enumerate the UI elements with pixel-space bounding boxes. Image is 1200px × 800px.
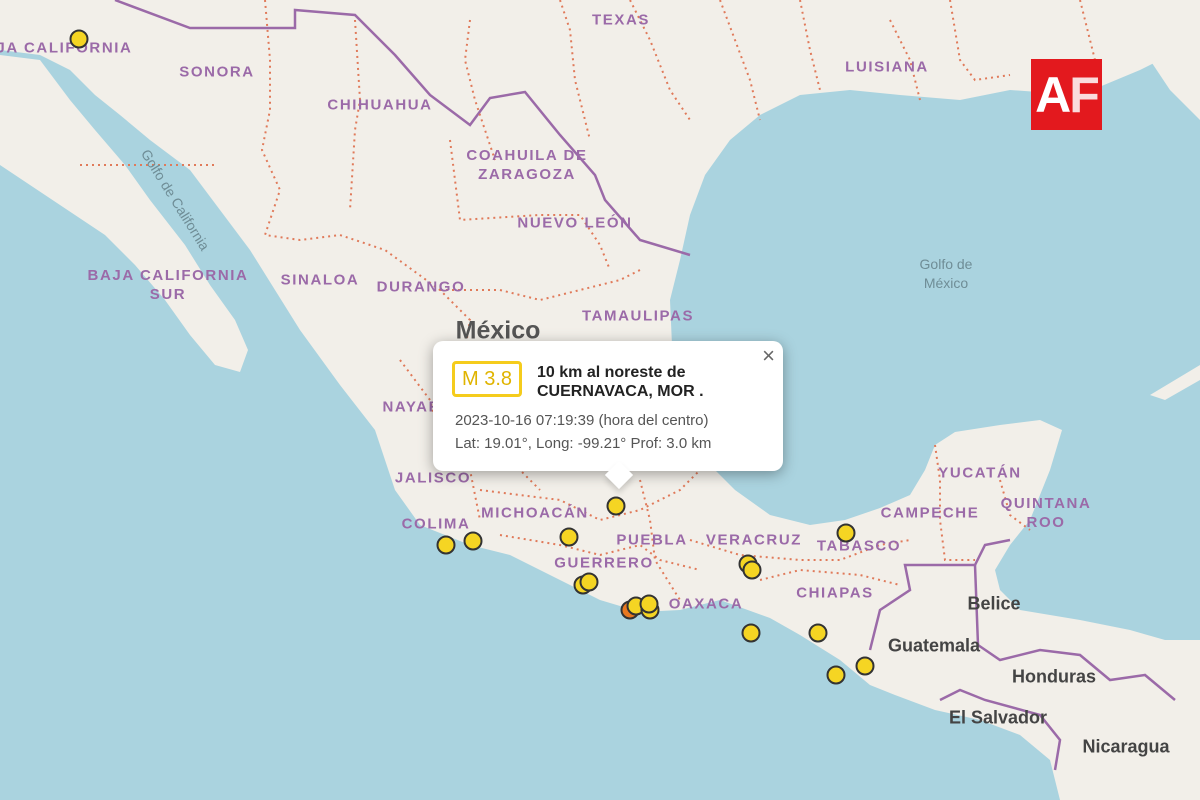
earthquake-map[interactable]: Golfo deMéxico Golfo de California BAJA … [0,0,1200,800]
popup-datetime: 2023-10-16 07:19:39 (hora del centro) [455,412,709,429]
popup-coordinates: Lat: 19.01°, Long: -99.21° Prof: 3.0 km [455,435,712,452]
logo-letter-a: A [1035,66,1071,123]
logo-letter-f: F [1069,66,1100,123]
location-line-1: 10 km al noreste de [537,364,686,381]
magnitude-badge: M 3.8 [452,361,522,397]
close-icon[interactable]: × [762,343,775,369]
popup-location: 10 km al noreste de CUERNAVACA, MOR . [537,363,704,401]
location-line-2: CUERNAVACA, MOR . [537,383,704,400]
earthquake-popup: × M 3.8 10 km al noreste de CUERNAVACA, … [433,341,783,490]
af-logo: AF [1031,59,1102,130]
